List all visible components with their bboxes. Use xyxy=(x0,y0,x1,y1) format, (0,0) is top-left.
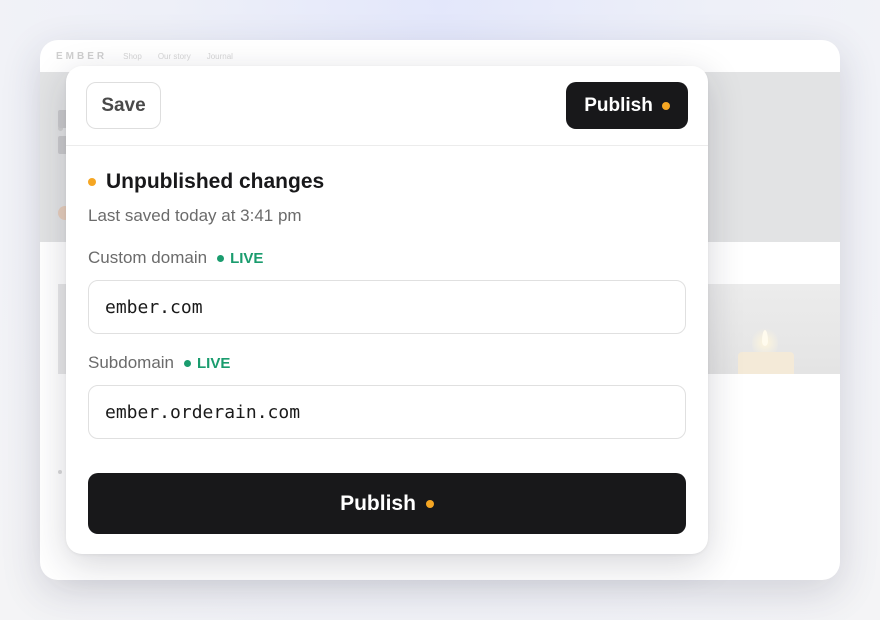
custom-domain-input[interactable] xyxy=(88,280,686,334)
subdomain-label: Subdomain xyxy=(88,353,175,372)
last-saved-text: Last saved today at 3:41 pm xyxy=(88,206,302,225)
live-badge-text: LIVE xyxy=(230,249,264,267)
publish-header-label: Publish xyxy=(584,94,653,116)
pending-changes-dot-icon xyxy=(425,499,434,508)
panel-header: Save Publish xyxy=(66,66,708,146)
live-dot-icon xyxy=(217,254,225,262)
subdomain-input[interactable] xyxy=(88,385,686,439)
background-site-logo: EMBER xyxy=(56,50,108,62)
publish-button-label: Publish xyxy=(340,491,416,515)
candle-flame-icon xyxy=(762,330,768,346)
subdomain-label-row: Subdomain LIVE xyxy=(88,353,230,373)
custom-domain-label-row: Custom domain LIVE xyxy=(88,248,263,268)
publish-button[interactable]: Publish xyxy=(88,473,686,534)
background-marker xyxy=(58,470,62,474)
publish-header-button[interactable]: Publish xyxy=(566,82,688,129)
custom-domain-label: Custom domain xyxy=(88,248,208,267)
custom-domain-live-badge: LIVE xyxy=(217,250,263,267)
status-row: Unpublished changes xyxy=(88,170,324,194)
background-nav-item: Shop xyxy=(123,51,142,61)
publish-panel: Save Publish Unpublished changes Last sa… xyxy=(66,66,708,554)
candle-icon xyxy=(738,352,794,374)
background-nav-item: Our story xyxy=(157,51,191,61)
subdomain-live-badge: LIVE xyxy=(184,355,230,372)
pending-changes-dot-icon xyxy=(661,101,670,110)
pending-status-dot-icon xyxy=(88,178,96,186)
status-title: Unpublished changes xyxy=(106,170,325,193)
live-dot-icon xyxy=(184,359,192,367)
live-badge-text: LIVE xyxy=(197,354,231,372)
save-button[interactable]: Save xyxy=(86,82,161,129)
background-nav-item: Journal xyxy=(206,51,233,61)
